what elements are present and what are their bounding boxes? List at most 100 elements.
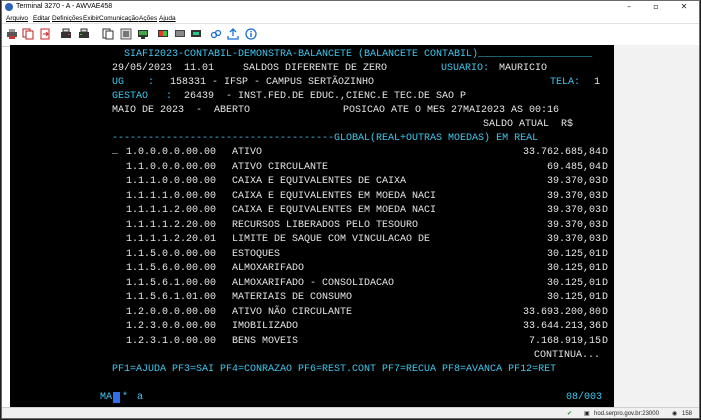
send-icon[interactable] (60, 28, 72, 40)
upload-icon[interactable] (227, 28, 239, 40)
oia-cursor-position: 08/003 (566, 392, 603, 403)
row-dc: D (602, 277, 609, 289)
row-code: 1.1.1.1.2.00.00 (126, 205, 217, 216)
screen-number: 1 (594, 77, 601, 88)
paste-icon[interactable] (39, 28, 51, 40)
ug-value: 158331 - IFSP - CAMPUS SERTÃOZINHO (170, 77, 375, 88)
balance-header: SALDO ATUAL R$ (483, 119, 574, 130)
link-icon[interactable] (210, 28, 222, 40)
row-dc: D (602, 335, 609, 347)
row-name: ALMOXARIFADO (232, 263, 305, 274)
row-value: 69.485,04 (546, 161, 601, 173)
menu-comunicacao[interactable]: Comunicação (99, 14, 139, 23)
row-dc: D (602, 321, 609, 332)
row-dc: D (602, 306, 609, 318)
row-code: 1.1.1.1.0.00.00 (126, 190, 217, 202)
row-value: 7.168.919,15 (528, 335, 601, 347)
row-dc: D (602, 205, 609, 216)
row-dc: D (602, 147, 609, 158)
tool-icon[interactable] (190, 28, 202, 40)
connection-icon: ✔ (567, 411, 573, 417)
row-value: 33.693.200,80 (522, 306, 601, 318)
row-name: RECURSOS LIBERADOS PELO TESOURO (232, 219, 419, 231)
row-name: BENS MOVEIS (232, 335, 299, 347)
row-name: ATIVO (232, 147, 263, 158)
row-value: 33.644.213,36 (522, 321, 601, 332)
row-code: 1.2.3.1.0.00.00 (126, 335, 217, 347)
row-dc: D (602, 176, 609, 187)
user-name: MAURICIO (499, 63, 548, 74)
color-icon[interactable] (157, 28, 169, 40)
toolbar (2, 23, 699, 47)
keypad-icon[interactable] (120, 28, 132, 40)
help-icon[interactable] (245, 28, 257, 40)
row-name: IMOBILIZADO (232, 321, 299, 332)
menu-definicoes[interactable]: Definições (52, 14, 82, 23)
display-icon[interactable] (137, 28, 149, 40)
receive-icon[interactable] (78, 28, 90, 40)
maximize-button[interactable]: ▫ (644, 1, 668, 13)
status-bar: ✔ ▣ hod.serpro.gov.br:23000 ◉ 158 (2, 407, 699, 418)
row-name: CAIXA E EQUIVALENTES DE CAIXA (232, 176, 407, 187)
screen-label: TELA: (550, 77, 581, 88)
settings-icon[interactable] (174, 28, 186, 40)
row-code: 1.1.5.6.1.00.00 (126, 277, 217, 289)
minimize-button[interactable]: – (617, 1, 641, 13)
menu-ajuda[interactable]: Ajuda (159, 14, 176, 23)
row-name: LIMITE DE SAQUE COM VINCULACAO DE (232, 234, 431, 245)
row-code: 1.2.3.0.0.00.00 (126, 321, 217, 332)
close-button[interactable]: ✕ (672, 1, 696, 13)
side-panel (614, 45, 699, 407)
user-label: USUARIO: (441, 63, 490, 74)
row-dc: D (602, 248, 609, 260)
row-name: MATERIAIS DE CONSUMO (232, 292, 353, 303)
session-number: 158 (682, 411, 693, 417)
row-name: ATIVO CIRCULANTE (232, 161, 329, 173)
menu-editar[interactable]: Editar (33, 14, 50, 23)
row-code: 1.1.5.6.1.01.00 (126, 292, 217, 303)
position-info: POSICAO ATE O MES 27MAI2023 AS 00:16 (343, 105, 560, 116)
lock-icon: ▣ (584, 411, 590, 417)
row-name: CAIXA E EQUIVALENTES EM MOEDA NACI (232, 205, 437, 216)
terminal-window: Terminal 3270 - A - AWVAE458 – ▫ ✕ Arqui… (1, 0, 700, 419)
row-value: 30.125,01 (546, 292, 601, 303)
row-value: 39.370,03 (546, 219, 601, 231)
row-code: 1.1.5.6.0.00.00 (126, 263, 217, 274)
oia-a: a (137, 392, 144, 403)
row-name: CAIXA E EQUIVALENTES EM MOEDA NACI (232, 190, 437, 202)
row-value: 39.370,03 (546, 205, 601, 216)
menu-arquivo[interactable]: Arquivo (6, 14, 28, 23)
row-dc: D (602, 161, 609, 173)
row-value: 30.125,01 (546, 263, 601, 274)
row-dc: D (602, 292, 609, 303)
pf-keys: PF1=AJUDA PF3=SAI PF4=CONRAZAO PF6=REST.… (112, 364, 557, 375)
row-code: 1.1.1.0.0.00.00 (126, 176, 217, 187)
menu-acoes[interactable]: Ações (139, 14, 157, 23)
row-dc: D (602, 190, 609, 202)
print-screen-icon[interactable] (6, 28, 18, 40)
row-value: 30.125,01 (546, 277, 601, 289)
date-time: 29/05/2023 11.01 (112, 63, 215, 74)
window-title: Terminal 3270 - A - AWVAE458 (16, 3, 113, 10)
row-code: 1.1.1.1.2.20.01 (126, 234, 217, 245)
period: MAIO DE 2023 - ABERTO (112, 105, 251, 116)
row-value: 33.762.685,84 (522, 147, 601, 158)
row-name: ATIVO NÃO CIRCULANTE (232, 306, 353, 318)
report-title: SALDOS DIFERENTE DE ZERO (243, 63, 388, 74)
row-code: 1.1.5.0.0.00.00 (126, 248, 217, 260)
copy-icon[interactable] (22, 28, 34, 40)
session-icon: ◉ (672, 411, 678, 417)
oia-indicator: * (122, 392, 129, 403)
row-dc: D (602, 234, 609, 245)
input-marker[interactable]: _ (112, 145, 118, 158)
host-address: hod.serpro.gov.br:23000 (594, 411, 659, 417)
gestao-value: 26439 - INST.FED.DE EDUC.,CIENC.E TEC.DE… (184, 91, 467, 102)
terminal-screen[interactable]: SIAFI2023-CONTABIL-DEMONSTRA-BALANCETE (… (10, 45, 614, 407)
oia-ma: MA (100, 392, 113, 403)
row-name: ALMOXARIFADO - CONSOLIDACAO (232, 277, 395, 289)
menu-exibir[interactable]: Exibir (83, 14, 99, 23)
text-cursor (113, 392, 120, 403)
app-icon (5, 3, 13, 11)
macro-icon[interactable] (102, 28, 114, 40)
continue-label: CONTINUA... (534, 350, 601, 361)
